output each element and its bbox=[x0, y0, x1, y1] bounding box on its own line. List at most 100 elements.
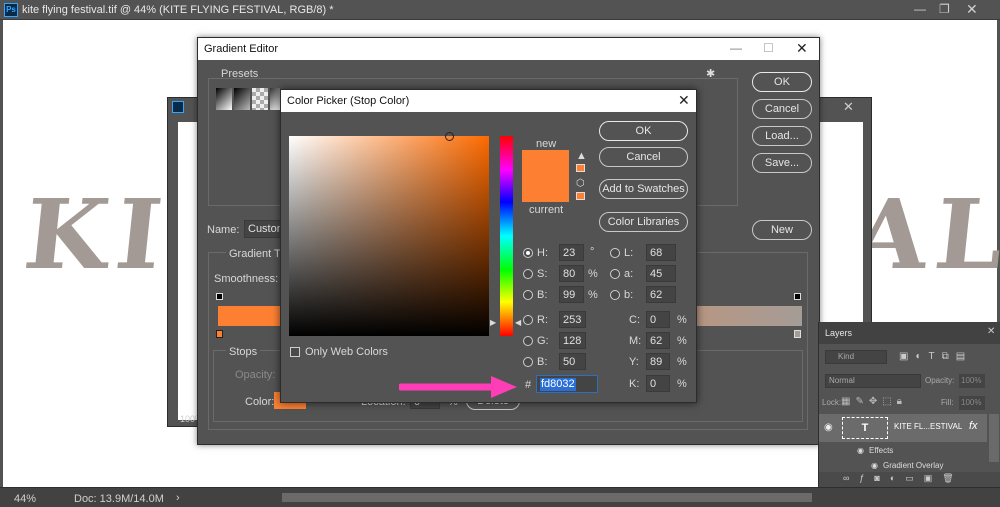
layer-name[interactable]: KITE FL...ESTIVAL bbox=[894, 422, 962, 431]
fill-field[interactable]: 100% bbox=[959, 396, 985, 410]
minimize-icon[interactable]: — bbox=[730, 41, 742, 55]
color-field-cursor[interactable] bbox=[445, 132, 454, 141]
only-web-colors-checkbox[interactable] bbox=[290, 347, 300, 357]
pointer-arrow-icon bbox=[399, 376, 517, 398]
close-icon[interactable]: ✕ bbox=[843, 99, 854, 115]
color-label: Color: bbox=[245, 396, 275, 408]
lock-icons[interactable]: ▦✎✥⬚🔒︎ bbox=[841, 396, 907, 407]
hue-slider-left-arrow[interactable]: ▶ bbox=[490, 318, 496, 327]
color-stop-right[interactable] bbox=[794, 330, 801, 338]
close-icon[interactable]: ✕ bbox=[966, 1, 978, 18]
lightness-radio[interactable] bbox=[610, 248, 620, 258]
name-label: Name: bbox=[207, 224, 240, 236]
gradient-editor-titlebar: Gradient Editor — ☐ ✕ bbox=[198, 38, 819, 60]
restore-icon[interactable]: ❐ bbox=[939, 2, 950, 16]
web-safe-swatch[interactable] bbox=[576, 192, 585, 200]
zoom-level[interactable]: 44% bbox=[14, 493, 36, 505]
layer-filter-icons[interactable]: ▣◐T⧉▤ bbox=[899, 351, 972, 362]
ok-button[interactable]: OK bbox=[752, 72, 812, 92]
hex-field[interactable]: fd8032 bbox=[536, 375, 598, 393]
save-button[interactable]: Save... bbox=[752, 153, 812, 173]
visibility-eye-icon[interactable]: ◉ bbox=[824, 422, 833, 433]
green-radio[interactable] bbox=[523, 336, 533, 346]
cancel-button[interactable]: Cancel bbox=[599, 147, 688, 167]
blue-radio[interactable] bbox=[523, 357, 533, 367]
black-field[interactable]: 0 bbox=[646, 375, 670, 392]
hue-slider-right-arrow[interactable]: ◀ bbox=[515, 318, 521, 327]
magenta-label: M: bbox=[629, 335, 642, 347]
load-button[interactable]: Load... bbox=[752, 126, 812, 146]
opacity-stop-right[interactable] bbox=[794, 293, 801, 300]
opacity-stop-left[interactable] bbox=[216, 293, 223, 300]
saturation-radio[interactable] bbox=[523, 269, 533, 279]
layer-row-selected[interactable]: ◉ T KITE FL...ESTIVAL fx bbox=[819, 414, 987, 442]
red-label: R: bbox=[537, 314, 548, 326]
gradient-overlay-label[interactable]: Gradient Overlay bbox=[883, 461, 943, 470]
saturation-field[interactable]: 80 bbox=[559, 265, 584, 282]
a-channel-radio[interactable] bbox=[610, 269, 620, 279]
blue-field[interactable]: 50 bbox=[559, 353, 586, 370]
minimize-icon[interactable]: — bbox=[914, 2, 926, 16]
text-layer-thumbnail: T bbox=[842, 417, 888, 439]
new-color-label: new bbox=[536, 138, 557, 150]
a-channel-field[interactable]: 45 bbox=[646, 265, 676, 282]
current-color-swatch[interactable] bbox=[522, 176, 569, 202]
gamut-warning-icon[interactable]: ▲ bbox=[576, 150, 587, 162]
hue-radio[interactable] bbox=[523, 248, 533, 258]
yellow-label: Y: bbox=[629, 356, 639, 368]
color-picker-dialog: Color Picker (Stop Color) ✕ ▶ ◀ new curr… bbox=[280, 89, 697, 403]
blend-mode-value: Normal bbox=[829, 376, 855, 385]
yellow-field[interactable]: 89 bbox=[646, 353, 670, 370]
color-stop-left[interactable] bbox=[216, 330, 223, 338]
hue-slider[interactable] bbox=[500, 136, 513, 336]
b-channel-radio[interactable] bbox=[610, 290, 620, 300]
preset-swatch[interactable] bbox=[216, 88, 232, 110]
saturation-brightness-field[interactable] bbox=[289, 136, 489, 336]
preset-swatch[interactable] bbox=[270, 88, 280, 110]
preset-swatch[interactable] bbox=[234, 88, 250, 110]
layers-tab[interactable]: Layers bbox=[825, 328, 852, 338]
cyan-field[interactable]: 0 bbox=[646, 311, 670, 328]
layer-filter-kind[interactable]: Kind bbox=[825, 350, 887, 364]
green-field[interactable]: 128 bbox=[559, 332, 586, 349]
fill-label: Fill: bbox=[941, 398, 954, 407]
blend-mode-select[interactable]: Normal bbox=[825, 374, 921, 388]
layers-bottom-icons[interactable]: ∞ƒ◙◐▭▣🗑︎ bbox=[843, 473, 964, 484]
web-safe-cube-icon[interactable]: ⬡ bbox=[576, 178, 585, 189]
maximize-icon[interactable]: ☐ bbox=[763, 41, 774, 55]
document-tab-title[interactable]: kite flying festival.tif @ 44% (KITE FLY… bbox=[22, 4, 334, 16]
horizontal-scrollbar[interactable] bbox=[282, 493, 812, 502]
opacity-field[interactable]: 100% bbox=[959, 374, 985, 388]
effects-eye-icon[interactable]: ◉ bbox=[857, 446, 864, 455]
ok-button[interactable]: OK bbox=[599, 121, 688, 141]
hue-field[interactable]: 23 bbox=[559, 244, 584, 261]
lightness-field[interactable]: 68 bbox=[646, 244, 676, 261]
status-menu-arrow[interactable]: › bbox=[176, 492, 180, 504]
hex-value: fd8032 bbox=[540, 378, 576, 391]
add-to-swatches-button[interactable]: Add to Swatches bbox=[599, 179, 688, 199]
b-channel-field[interactable]: 62 bbox=[646, 286, 676, 303]
close-icon[interactable]: ✕ bbox=[796, 40, 808, 57]
preset-swatch[interactable] bbox=[252, 88, 268, 110]
gradient-overlay-eye-icon[interactable]: ◉ bbox=[871, 461, 878, 470]
doc-size: Doc: 13.9M/14.0M bbox=[74, 493, 164, 505]
gamut-swatch[interactable] bbox=[576, 164, 585, 172]
cancel-button[interactable]: Cancel bbox=[752, 99, 812, 119]
close-icon[interactable]: ✕ bbox=[678, 92, 690, 109]
current-color-label: current bbox=[529, 204, 564, 216]
color-picker-title: Color Picker (Stop Color) bbox=[287, 95, 410, 107]
layer-fx-badge[interactable]: fx bbox=[969, 420, 978, 432]
close-icon[interactable]: ✕ bbox=[987, 326, 995, 337]
brightness-field[interactable]: 99 bbox=[559, 286, 584, 303]
hue-label: H: bbox=[537, 247, 548, 259]
name-field[interactable]: Custom bbox=[244, 220, 286, 238]
red-field[interactable]: 253 bbox=[559, 311, 586, 328]
new-button[interactable]: New bbox=[752, 220, 812, 240]
black-label: K: bbox=[629, 378, 640, 390]
color-libraries-button[interactable]: Color Libraries bbox=[599, 212, 688, 232]
magenta-field[interactable]: 62 bbox=[646, 332, 670, 349]
red-radio[interactable] bbox=[523, 315, 533, 325]
layers-scrollbar[interactable] bbox=[989, 414, 999, 462]
brightness-radio[interactable] bbox=[523, 290, 533, 300]
opacity-label: Opacity: bbox=[925, 376, 955, 385]
